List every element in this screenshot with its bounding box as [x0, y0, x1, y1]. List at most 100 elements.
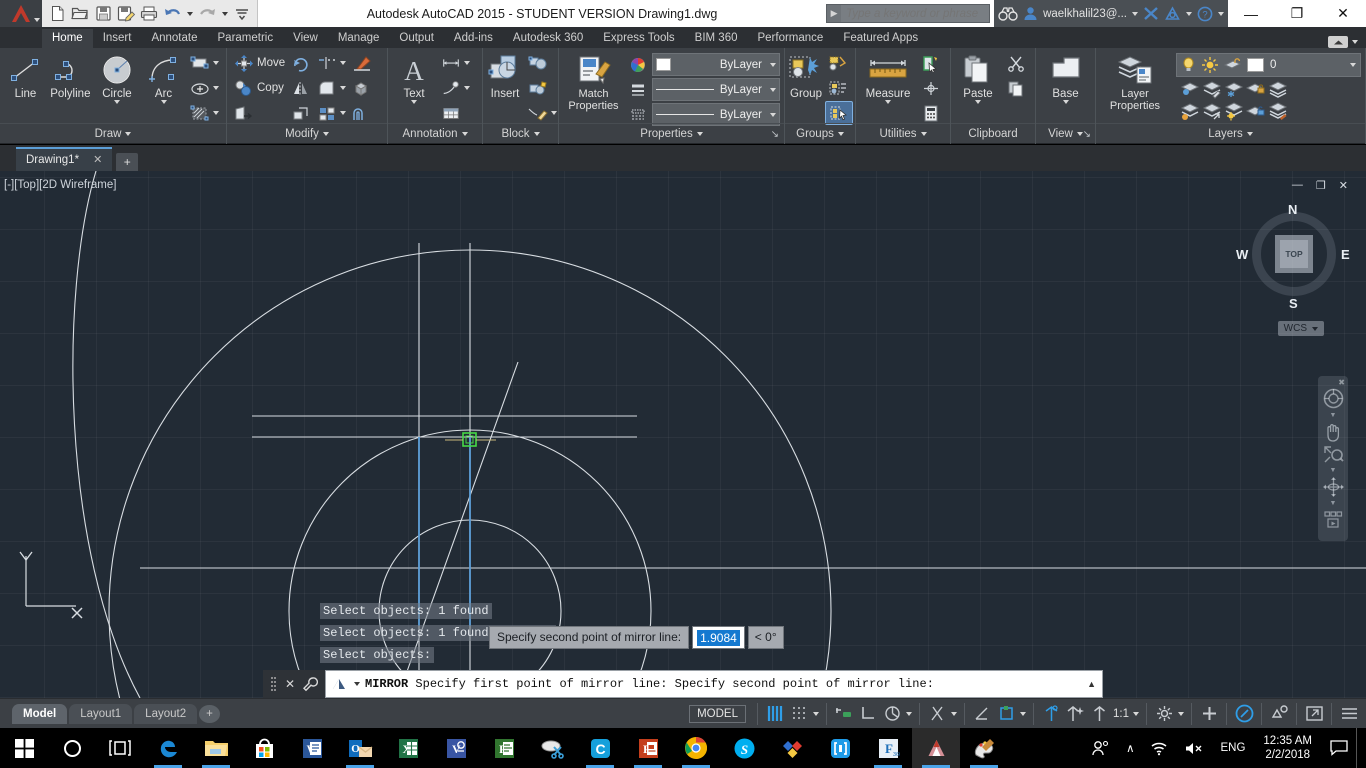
cut-button[interactable] — [1003, 51, 1029, 75]
search-binoculars-icon[interactable] — [998, 6, 1018, 21]
draw-line-button[interactable]: Line — [4, 51, 47, 100]
tab-view[interactable]: View — [283, 29, 328, 48]
polar-dropdown-icon[interactable] — [906, 711, 912, 716]
edge-button[interactable] — [144, 728, 192, 768]
clean-screen-toggle[interactable] — [1304, 704, 1324, 724]
customization-toggle[interactable] — [1339, 704, 1359, 724]
autocad-button[interactable] — [912, 728, 960, 768]
view-cube[interactable]: TOP N S W E — [1236, 202, 1350, 311]
view-cube-top-face[interactable]: TOP — [1275, 235, 1313, 273]
dynamic-input-field[interactable]: 1.9084 — [692, 626, 745, 649]
modify-scale-button[interactable] — [288, 101, 314, 125]
layer-combo[interactable]: 0 — [1176, 53, 1361, 77]
viewport-minimize-icon[interactable]: — — [1292, 179, 1303, 192]
people-icon[interactable] — [1083, 728, 1118, 768]
word-button[interactable]: W — [288, 728, 336, 768]
ortho-mode-toggle[interactable] — [858, 704, 878, 724]
wifi-icon[interactable] — [1142, 728, 1176, 768]
modify-offset-button[interactable] — [349, 101, 375, 125]
properties-panel-caret-icon[interactable] — [696, 132, 703, 136]
wcs-dropdown-icon[interactable] — [1312, 326, 1318, 331]
ellipse-dropdown-icon[interactable] — [213, 86, 219, 90]
project-button[interactable]: P — [480, 728, 528, 768]
steering-wheel-dropdown-icon[interactable]: ▼ — [1330, 412, 1337, 419]
modify-fillet-button[interactable] — [314, 76, 349, 100]
application-menu-button[interactable] — [0, 0, 42, 27]
grid-display-toggle[interactable] — [765, 704, 785, 724]
modify-erase-button[interactable] — [349, 51, 375, 75]
hardware-acceleration-toggle[interactable] — [1199, 704, 1219, 724]
search-dropdown-icon[interactable]: ▶ — [827, 8, 841, 19]
dynamic-ucs-dropdown-icon[interactable] — [1020, 711, 1026, 716]
draw-panel-caret-icon[interactable] — [125, 132, 132, 136]
customize-icon[interactable] — [303, 676, 319, 692]
task-view-button[interactable] — [96, 728, 144, 768]
point-style-button[interactable] — [918, 76, 944, 100]
workspace-dropdown-icon[interactable] — [1178, 711, 1184, 716]
showmotion-icon[interactable] — [1323, 510, 1344, 529]
tab-manage[interactable]: Manage — [328, 29, 390, 48]
annotation-text-button[interactable]: A Text — [392, 51, 436, 104]
modify-panel-caret-icon[interactable] — [322, 132, 329, 136]
zoom-dropdown-icon[interactable]: ▼ — [1330, 467, 1337, 474]
tab-bim-360[interactable]: BIM 360 — [685, 29, 748, 48]
layer-change-icon[interactable] — [1202, 79, 1222, 99]
compass-east-label[interactable]: E — [1341, 247, 1350, 262]
layer-isolate-icon[interactable] — [1180, 79, 1200, 99]
define-attribute-dropdown-icon[interactable] — [551, 111, 557, 115]
tab-featured-apps[interactable]: Featured Apps — [833, 29, 928, 48]
draw-hatch-button[interactable] — [187, 101, 222, 125]
drawing-canvas[interactable]: [-][Top][2D Wireframe] — ❐ ✕ TOP N S W E… — [0, 171, 1366, 698]
account-dropdown-icon[interactable] — [1132, 11, 1138, 16]
command-line-grip[interactable]: ✕ — [263, 670, 325, 698]
tab-insert[interactable]: Insert — [93, 29, 142, 48]
tab-annotate[interactable]: Annotate — [141, 29, 207, 48]
tab-home[interactable]: Home — [42, 29, 93, 48]
new-drawing-tab-button[interactable]: + — [116, 153, 139, 171]
isolate-objects-toggle[interactable] — [1234, 704, 1254, 724]
block-define-attribute-button[interactable] — [525, 101, 560, 125]
volume-muted-icon[interactable] — [1176, 728, 1212, 768]
steering-wheel-icon[interactable] — [1323, 388, 1344, 409]
new-icon[interactable] — [46, 3, 68, 25]
navigation-bar[interactable]: ✖ ▼ ▼ ▼ — [1318, 376, 1348, 541]
trim-dropdown-icon[interactable] — [340, 61, 347, 65]
annotation-leader-button[interactable] — [438, 76, 473, 100]
powerpoint-button[interactable]: P — [624, 728, 672, 768]
clock[interactable]: 12:35 AM 2/2/2018 — [1253, 734, 1322, 762]
file-explorer-button[interactable] — [192, 728, 240, 768]
tab-output[interactable]: Output — [389, 29, 444, 48]
paste-dropdown-icon[interactable] — [975, 100, 981, 104]
drawing-tab-close-icon[interactable]: ✕ — [93, 153, 102, 166]
orbit-dropdown-icon[interactable]: ▼ — [1330, 500, 1337, 507]
panel-layers-title[interactable]: Layers — [1096, 123, 1365, 144]
command-line-close-icon[interactable]: ✕ — [285, 677, 295, 691]
layer-previous-icon[interactable] — [1268, 101, 1288, 121]
save-as-icon[interactable] — [115, 3, 137, 25]
hatch-dropdown-icon[interactable] — [213, 111, 219, 115]
annotation-dimension-button[interactable] — [438, 51, 473, 75]
brackets-button[interactable] — [816, 728, 864, 768]
save-icon[interactable] — [92, 3, 114, 25]
panel-draw-title[interactable]: Draw — [0, 123, 226, 144]
excel-button[interactable]: X — [384, 728, 432, 768]
properties-dialog-launcher-icon[interactable]: ↘ — [771, 129, 779, 140]
compass-north-label[interactable]: N — [1288, 202, 1297, 217]
zoom-extents-icon[interactable] — [1323, 445, 1344, 464]
draw-rectangle-button[interactable] — [187, 51, 222, 75]
account-label[interactable]: waelkhalil23@... — [1043, 8, 1127, 20]
modify-rotate-button[interactable] — [288, 51, 314, 75]
panel-view-title[interactable]: View ↘ — [1036, 123, 1095, 144]
layer-properties-button[interactable]: Layer Properties — [1100, 51, 1170, 112]
annotation-visibility-toggle[interactable] — [1089, 704, 1109, 724]
plot-icon[interactable] — [138, 3, 160, 25]
exchange-apps-icon[interactable] — [1143, 6, 1159, 21]
text-dropdown-icon[interactable] — [411, 100, 417, 104]
panel-properties-title[interactable]: Properties ↘ — [559, 123, 784, 144]
layer-thaw-icon[interactable] — [1224, 101, 1244, 121]
undo-icon[interactable] — [161, 3, 183, 25]
layer-freeze-icon[interactable] — [1224, 79, 1244, 99]
ribbon-minimize-dropdown-icon[interactable] — [1352, 40, 1358, 44]
chrome-button[interactable] — [672, 728, 720, 768]
modify-trim-button[interactable] — [314, 51, 349, 75]
